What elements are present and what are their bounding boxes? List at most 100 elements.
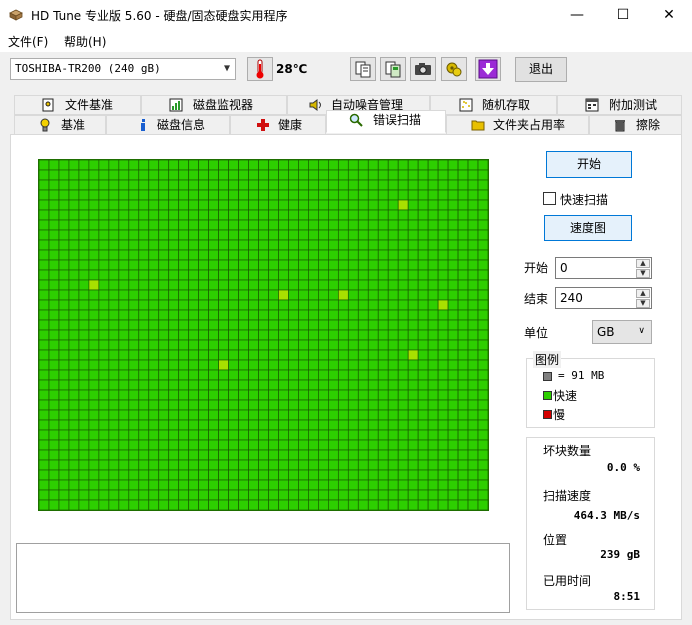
scan-block: [208, 229, 219, 241]
scan-block: [347, 339, 359, 351]
start-scan-button[interactable]: 开始: [546, 151, 632, 178]
scan-block: [427, 169, 439, 181]
scan-block: [397, 329, 409, 341]
scan-block: [467, 489, 479, 501]
copy-all-button[interactable]: [380, 57, 406, 81]
scan-block: [288, 249, 299, 261]
options-button[interactable]: [441, 57, 467, 81]
chevron-down-icon: ∨: [638, 326, 645, 336]
scan-block: [367, 209, 379, 221]
scan-block: [218, 259, 229, 271]
tab-extra-tests[interactable]: 附加测试: [557, 95, 682, 115]
screenshot-button[interactable]: [410, 57, 436, 81]
spin-down-icon[interactable]: ▼: [636, 299, 650, 308]
spin-down-icon[interactable]: ▼: [636, 269, 650, 278]
scan-block: [188, 309, 199, 321]
scan-block: [148, 459, 160, 471]
scan-block: [387, 389, 399, 401]
scan-block: [298, 219, 309, 231]
quick-scan-checkbox[interactable]: [543, 192, 556, 205]
scan-block: [258, 239, 269, 251]
scan-block: [78, 179, 90, 191]
scan-block: [417, 429, 429, 441]
scan-block: [288, 469, 299, 481]
tab-folder-usage[interactable]: 文件夹占用率: [446, 115, 589, 135]
spin-up-icon[interactable]: ▲: [636, 259, 650, 268]
close-button[interactable]: ✕: [646, 0, 692, 30]
scan-block: [407, 239, 419, 251]
scan-block: [288, 339, 299, 351]
scan-block: [407, 339, 419, 351]
menu-file[interactable]: 文件(F): [8, 33, 48, 50]
scan-block: [308, 169, 319, 181]
start-position-input[interactable]: 0 ▲ ▼: [555, 257, 652, 279]
minimize-button[interactable]: —: [554, 0, 600, 30]
copy-info-button[interactable]: [350, 57, 376, 81]
scan-block: [58, 489, 70, 501]
tab-file-benchmark[interactable]: 文件基准: [14, 95, 141, 115]
scan-block: [447, 349, 459, 361]
maximize-button[interactable]: ☐: [600, 0, 646, 30]
scan-block: [447, 259, 459, 271]
tab-label: 基准: [61, 118, 86, 132]
scan-block: [168, 459, 180, 471]
scan-block: [407, 189, 419, 201]
scan-block: [477, 339, 488, 351]
spin-up-icon[interactable]: ▲: [636, 289, 650, 298]
scan-block: [318, 239, 329, 251]
scan-block: [318, 419, 329, 431]
tab-disk-info[interactable]: 磁盘信息: [106, 115, 230, 135]
exit-button[interactable]: 退出: [515, 57, 567, 82]
scan-block: [178, 499, 190, 510]
scan-block: [467, 409, 479, 421]
tab-health[interactable]: 健康: [230, 115, 326, 135]
scan-block: [288, 359, 299, 371]
scan-block: [88, 319, 100, 331]
tab-error-scan[interactable]: 错误扫描: [326, 110, 446, 133]
scan-block: [148, 329, 160, 341]
scan-block: [88, 329, 100, 341]
scan-block: [387, 249, 399, 261]
end-position-label: 结束: [524, 292, 549, 306]
legend-title: 图例: [533, 351, 562, 368]
speed-map-button[interactable]: 速度图: [544, 215, 632, 241]
tab-random-access[interactable]: 随机存取: [430, 95, 557, 115]
scan-block: [148, 419, 160, 431]
scan-block: [188, 489, 199, 501]
scan-block: [198, 289, 209, 301]
scan-block: [258, 229, 269, 241]
scan-block: [328, 229, 339, 241]
scan-block: [188, 419, 199, 431]
drive-select[interactable]: TOSHIBA-TR200 (240 gB) ▼: [10, 58, 236, 80]
scan-block: [407, 389, 419, 401]
scan-block: [208, 439, 219, 451]
scan-block: [377, 339, 389, 351]
unit-select[interactable]: GB ∨: [592, 320, 652, 344]
scan-block: [178, 329, 190, 341]
scan-block: [337, 399, 349, 411]
scan-block: [168, 239, 180, 251]
tab-benchmark[interactable]: 基准: [14, 115, 106, 135]
scan-block: [168, 279, 180, 291]
tab-erase[interactable]: 擦除: [589, 115, 682, 135]
scan-block: [467, 299, 479, 311]
scan-block: [58, 329, 70, 341]
scan-block: [58, 439, 70, 451]
temperature-button[interactable]: [247, 57, 273, 81]
scan-block: [198, 169, 209, 181]
scan-block: [168, 179, 180, 191]
menu-help[interactable]: 帮助(H): [64, 33, 106, 50]
quick-scan-label: 快速扫描: [560, 193, 609, 207]
scan-block: [118, 160, 130, 171]
scan-block: [337, 169, 349, 181]
scan-block: [347, 309, 359, 321]
end-position-input[interactable]: 240 ▲ ▼: [555, 287, 652, 309]
scan-block: [467, 219, 479, 231]
scan-block: [58, 239, 70, 251]
scan-block: [427, 179, 439, 191]
scan-block: [278, 179, 289, 191]
download-button[interactable]: [475, 57, 501, 81]
scan-block: [318, 479, 329, 491]
tab-disk-monitor[interactable]: 磁盘监视器: [141, 95, 287, 115]
scan-block: [268, 289, 279, 301]
